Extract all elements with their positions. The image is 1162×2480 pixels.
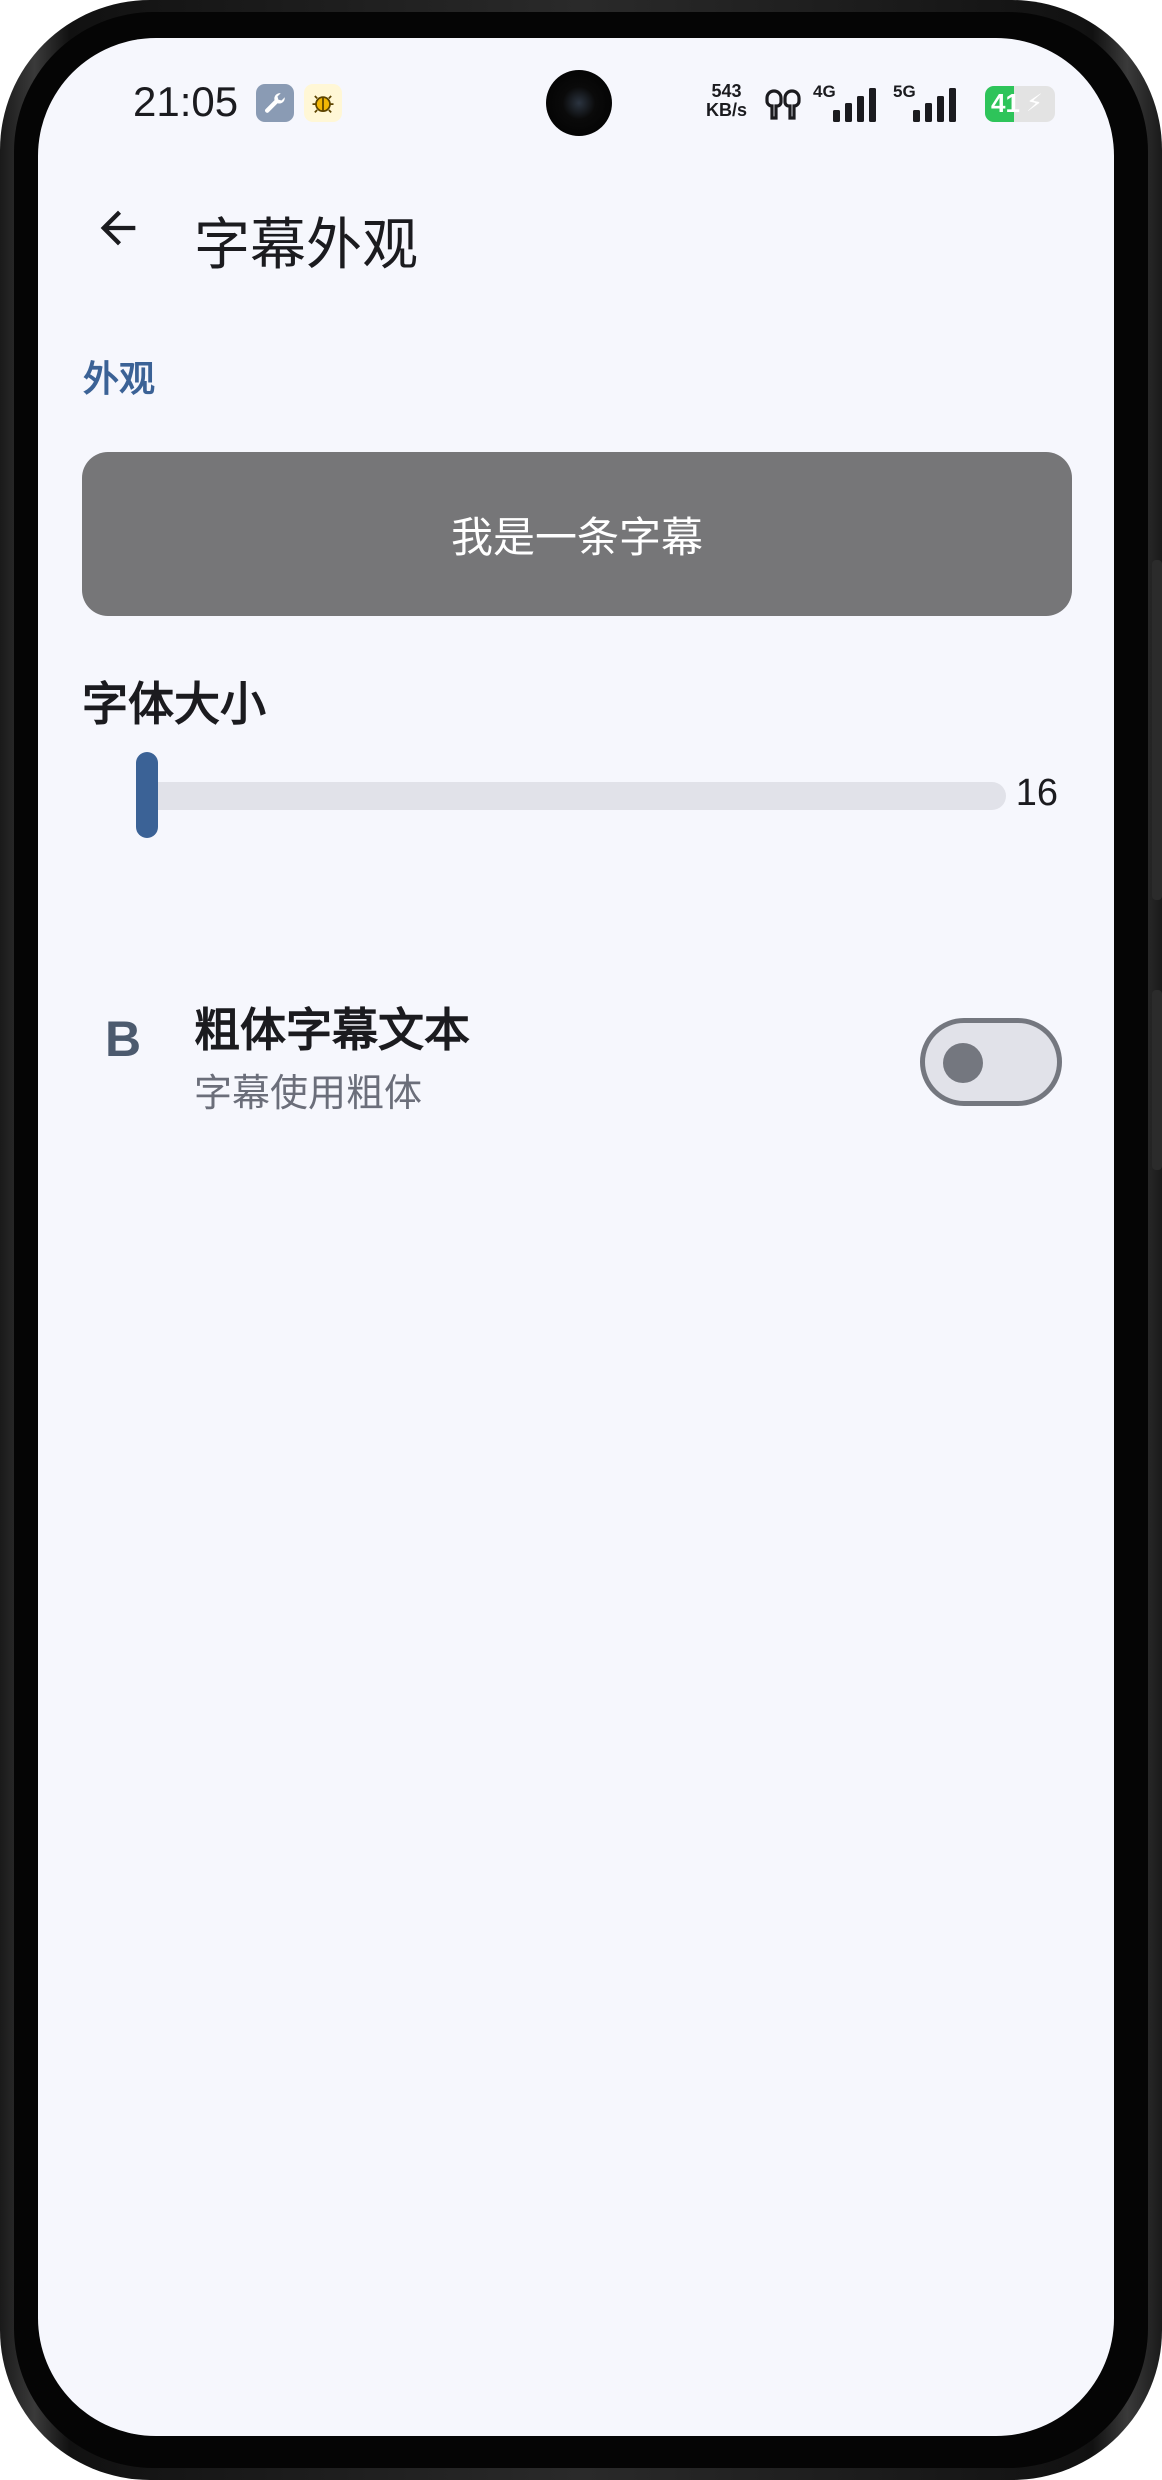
front-camera [546,70,612,136]
subtitle-preview-text: 我是一条字幕 [450,512,703,562]
wrench-icon [256,84,294,122]
screen: 21:05 543 KB/s 4G 5G 41 ⚡ 字幕外观 外观 我是一条字幕… [38,38,1114,2436]
slider-thumb[interactable] [136,752,158,838]
network-speed: 543 KB/s [706,82,747,120]
back-button[interactable] [78,188,158,268]
status-bar: 21:05 543 KB/s 4G 5G 41 ⚡ [38,38,1114,148]
bold-setting-title: 粗体字幕文本 [194,1003,470,1057]
bold-toggle-switch[interactable] [920,1018,1062,1106]
battery-indicator: 41 ⚡ [985,86,1055,122]
status-time: 21:05 [133,78,239,125]
battery-level: 41 [991,88,1020,118]
page-title: 字幕外观 [194,213,418,278]
network-speed-unit: KB/s [706,100,748,120]
slider-track [136,782,1006,810]
font-size-slider[interactable] [136,752,1006,838]
signal-bars-icon [913,88,956,122]
arrow-back-icon [100,210,136,246]
network-speed-value: 543 [711,81,742,101]
charging-bolt-icon: ⚡ [1026,89,1043,117]
section-header-appearance: 外观 [83,359,156,400]
volume-button [1152,560,1162,900]
toggle-knob [943,1043,983,1083]
bold-icon: B [104,1011,142,1067]
bold-setting-subtitle: 字幕使用粗体 [194,1071,423,1115]
top-app-bar: 字幕外观 [38,178,1114,288]
font-size-label: 字体大小 [82,677,266,731]
subtitle-preview: 我是一条字幕 [82,452,1072,616]
bug-icon [304,84,342,122]
power-button [1152,990,1162,1170]
earbuds-icon [765,89,801,120]
bold-subtitle-setting[interactable]: B 粗体字幕文本 字幕使用粗体 [38,958,1114,1128]
font-size-value: 16 [1015,772,1058,814]
signal-bars-icon [833,88,876,122]
